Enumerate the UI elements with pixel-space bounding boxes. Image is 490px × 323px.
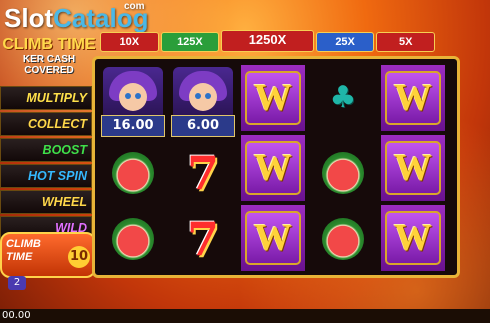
feature-label: MULTIPLY	[26, 91, 87, 105]
wild-icon: W	[385, 211, 441, 265]
seven-symbol: 7	[171, 207, 235, 271]
reel-3: W W W	[241, 65, 305, 271]
feature-boost: BOOST	[0, 138, 92, 162]
feature-list: MULTIPLY COLLECT BOOST HOT SPIN WHEEL WI…	[0, 86, 92, 242]
watermark-logo: Slot Catalog com	[4, 1, 148, 33]
reel-4: ♣	[311, 65, 375, 271]
watermelon-symbol	[101, 207, 165, 271]
wild-symbol: W	[241, 65, 305, 131]
wild-symbol: W	[381, 65, 445, 131]
club-symbol: ♣	[311, 65, 375, 129]
wild-icon: W	[245, 211, 301, 265]
wild-symbol: W	[381, 135, 445, 201]
game-title-line1: CLIMB TIME	[2, 36, 96, 53]
feature-hot-spin: HOT SPIN	[0, 164, 92, 188]
game-title-line3: COVERED	[24, 65, 74, 76]
reel-frame: 16.00 6.00 7 7 W W W ♣ W W W	[92, 56, 460, 278]
wild-icon: W	[385, 141, 441, 195]
wild-icon: W	[385, 71, 441, 125]
climb-label-line1: CLIMB	[6, 238, 41, 250]
climb-time-count: 10	[68, 246, 90, 268]
multiplier-reel-3: 1250X	[221, 30, 314, 52]
multiplier-reel-1: 10X	[100, 32, 159, 52]
watermelon-symbol	[311, 141, 375, 205]
feature-label: BOOST	[42, 143, 87, 157]
feature-label: HOT SPIN	[27, 169, 87, 183]
watermelon-icon	[322, 218, 364, 260]
feature-multiply: MULTIPLY	[0, 86, 92, 110]
wild-icon: W	[245, 71, 301, 125]
watermelon-icon	[112, 152, 154, 194]
feature-wheel: WHEEL	[0, 190, 92, 214]
multiplier-bar: 10X 125X 1250X 25X 5X	[100, 30, 436, 52]
game-title: CLIMB TIME KER CASH COVERED	[0, 36, 98, 86]
watermelon-icon	[112, 218, 154, 260]
multiplier-reel-2: 125X	[160, 32, 220, 52]
watermark-part1: Slot	[4, 2, 54, 33]
wild-symbol: W	[381, 205, 445, 271]
seven-symbol: 7	[171, 141, 235, 205]
club-icon: ♣	[329, 79, 357, 115]
wild-icon: W	[245, 141, 301, 195]
watermelon-symbol	[311, 207, 375, 271]
reel-1: 16.00	[101, 65, 165, 271]
watermelon-symbol	[101, 141, 165, 205]
watermelon-icon	[322, 152, 364, 194]
wild-symbol: W	[241, 205, 305, 271]
game-title-line2: KER CASH	[22, 54, 76, 65]
reel-5: W W W	[381, 65, 445, 271]
balance-readout: 00.00	[0, 309, 490, 323]
feature-label: COLLECT	[27, 117, 87, 131]
climb-time-label: CLIMB TIME	[6, 238, 41, 264]
seven-icon: 7	[186, 146, 219, 200]
seven-icon: 7	[186, 212, 219, 266]
feature-label: WHEEL	[41, 195, 87, 209]
reel-2: 6.00 7 7	[171, 65, 235, 271]
cash-value: 6.00	[171, 115, 235, 137]
level-badge: 2	[8, 276, 26, 290]
climb-time-counter: CLIMB TIME 10	[0, 232, 96, 278]
feature-collect: COLLECT	[0, 112, 92, 136]
watermark-domain: com	[124, 1, 145, 12]
cash-value: 16.00	[101, 115, 165, 137]
multiplier-reel-5: 5X	[376, 32, 436, 52]
climb-label-line2: TIME	[6, 251, 33, 263]
wild-symbol: W	[241, 135, 305, 201]
multiplier-reel-4: 25X	[315, 32, 375, 52]
